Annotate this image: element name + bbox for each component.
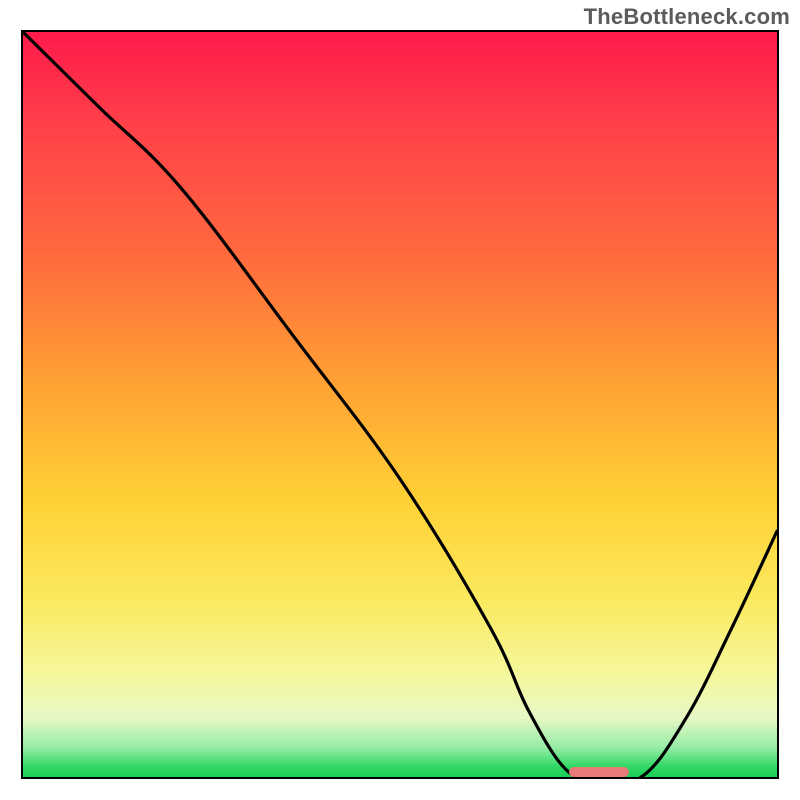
bottleneck-curve (23, 32, 777, 777)
watermark-text: TheBottleneck.com (584, 4, 790, 30)
optimal-range-marker (569, 767, 630, 777)
plot-area (21, 30, 779, 779)
chart-stage: TheBottleneck.com (0, 0, 800, 800)
